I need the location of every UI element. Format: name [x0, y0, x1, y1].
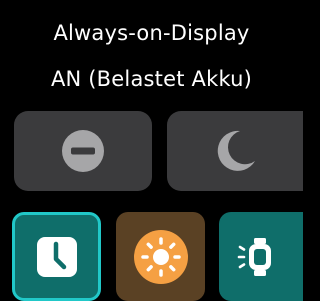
sleep-mode-button[interactable]: [167, 111, 303, 191]
clock-icon: [36, 236, 77, 277]
sun-icon: [133, 229, 188, 284]
clock-face-button[interactable]: [12, 212, 101, 301]
watch-wake-icon: [237, 237, 271, 276]
minus-circle-icon: [62, 130, 104, 172]
screen-wake-button[interactable]: [219, 212, 303, 301]
brightness-button[interactable]: [116, 212, 205, 301]
do-not-disturb-button[interactable]: [14, 111, 152, 191]
moon-icon: [217, 130, 255, 171]
aod-status: AN (Belastet Akku): [50, 67, 253, 91]
aod-title: Always-on-Display: [53, 21, 250, 45]
